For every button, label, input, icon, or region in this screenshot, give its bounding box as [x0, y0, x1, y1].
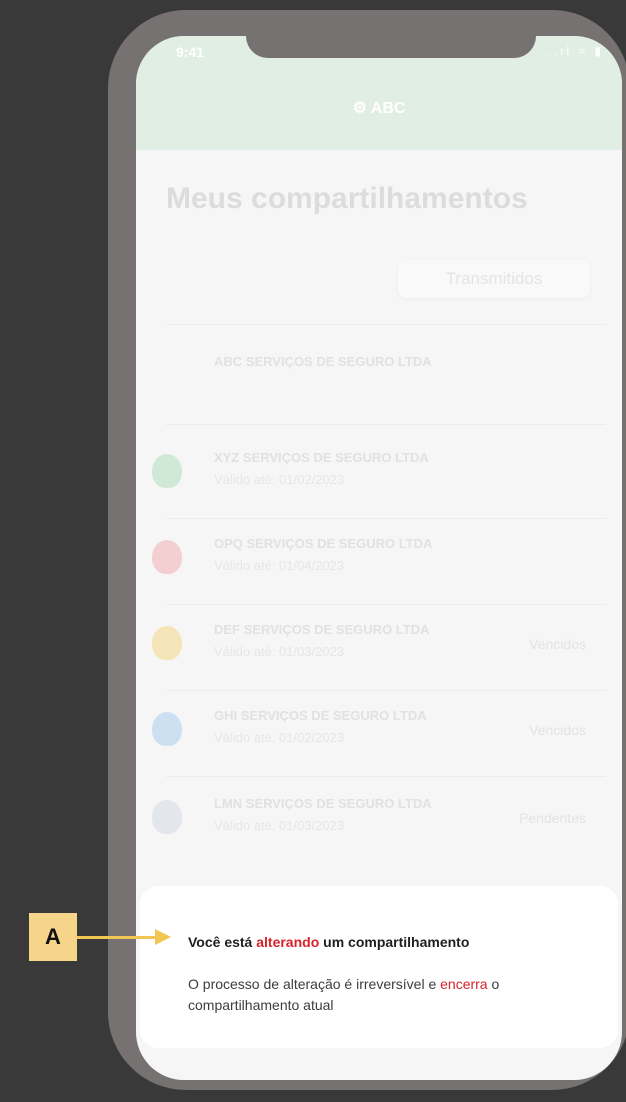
item-date: Válido até: 01/03/2023	[214, 818, 345, 833]
sheet-body-pre: O processo de alteração é irreversível e	[188, 976, 441, 992]
shield-check-icon	[152, 626, 182, 660]
list-item[interactable]: DEF SERVIÇOS DE SEGURO LTDA Válido até: …	[140, 604, 616, 684]
divider	[166, 776, 606, 777]
divider	[166, 424, 606, 425]
sheet-body-highlight: encerra	[440, 976, 488, 992]
sheet-title-highlight: alterando	[256, 934, 320, 950]
shield-x-icon	[152, 540, 182, 574]
sheet-body: O processo de alteração é irreversível e…	[188, 974, 548, 1016]
shield-outline-icon	[152, 800, 182, 834]
item-date: Válido até: 01/03/2023	[214, 644, 345, 659]
sheet-title: Você está alterando um compartilhamento	[188, 934, 469, 950]
logo-icon: ⚙	[352, 100, 371, 117]
status-badge: Vencidos	[529, 722, 586, 738]
callout-label: A	[29, 913, 77, 961]
sheet-title-post: um compartilhamento	[319, 934, 470, 950]
status-badge: Vencidos	[529, 636, 586, 652]
tab-transmitidos[interactable]: Transmitidos	[398, 260, 590, 298]
item-name: XYZ SERVIÇOS DE SEGURO LTDA	[214, 450, 429, 465]
status-time: 9:41	[176, 44, 205, 60]
list-item[interactable]: ABC SERVIÇOS DE SEGURO LTDA	[140, 336, 616, 416]
phone-notch	[246, 36, 536, 58]
brand-name: ABC	[370, 100, 406, 117]
callout-arrow	[77, 936, 159, 939]
list-item[interactable]: XYZ SERVIÇOS DE SEGURO LTDA Válido até: …	[140, 432, 616, 512]
arrow-head-icon	[155, 929, 171, 945]
item-name: ABC SERVIÇOS DE SEGURO LTDA	[214, 354, 432, 369]
status-icons: ..ıl ≈ ▮	[547, 44, 604, 58]
item-date: Válido até: 01/04/2023	[214, 558, 345, 573]
list-item[interactable]: OPQ SERVIÇOS DE SEGURO LTDA Válido até: …	[140, 518, 616, 598]
sheet-title-pre: Você está	[188, 934, 257, 950]
divider	[166, 324, 606, 325]
bottom-sheet: Você está alterando um compartilhamento …	[140, 886, 618, 1048]
status-badge: Pendentes	[519, 810, 586, 826]
item-name: GHI SERVIÇOS DE SEGURO LTDA	[214, 708, 427, 723]
item-date: Válido até: 01/02/2023	[214, 472, 345, 487]
shield-plus-icon	[152, 712, 182, 746]
page-title: Meus compartilhamentos	[166, 182, 528, 215]
brand-logo: ⚙ ABC	[136, 98, 622, 118]
shield-check-icon	[152, 454, 182, 488]
list-item[interactable]: LMN SERVIÇOS DE SEGURO LTDA Válido até: …	[140, 778, 616, 858]
item-date: Válido até: 01/02/2023	[214, 730, 345, 745]
item-name: OPQ SERVIÇOS DE SEGURO LTDA	[214, 536, 433, 551]
item-name: DEF SERVIÇOS DE SEGURO LTDA	[214, 622, 430, 637]
phone-screen: 9:41 ..ıl ≈ ▮ ⚙ ABC Meus compartilhament…	[136, 36, 622, 1080]
item-name: LMN SERVIÇOS DE SEGURO LTDA	[214, 796, 432, 811]
list-item[interactable]: GHI SERVIÇOS DE SEGURO LTDA Válido até: …	[140, 690, 616, 770]
